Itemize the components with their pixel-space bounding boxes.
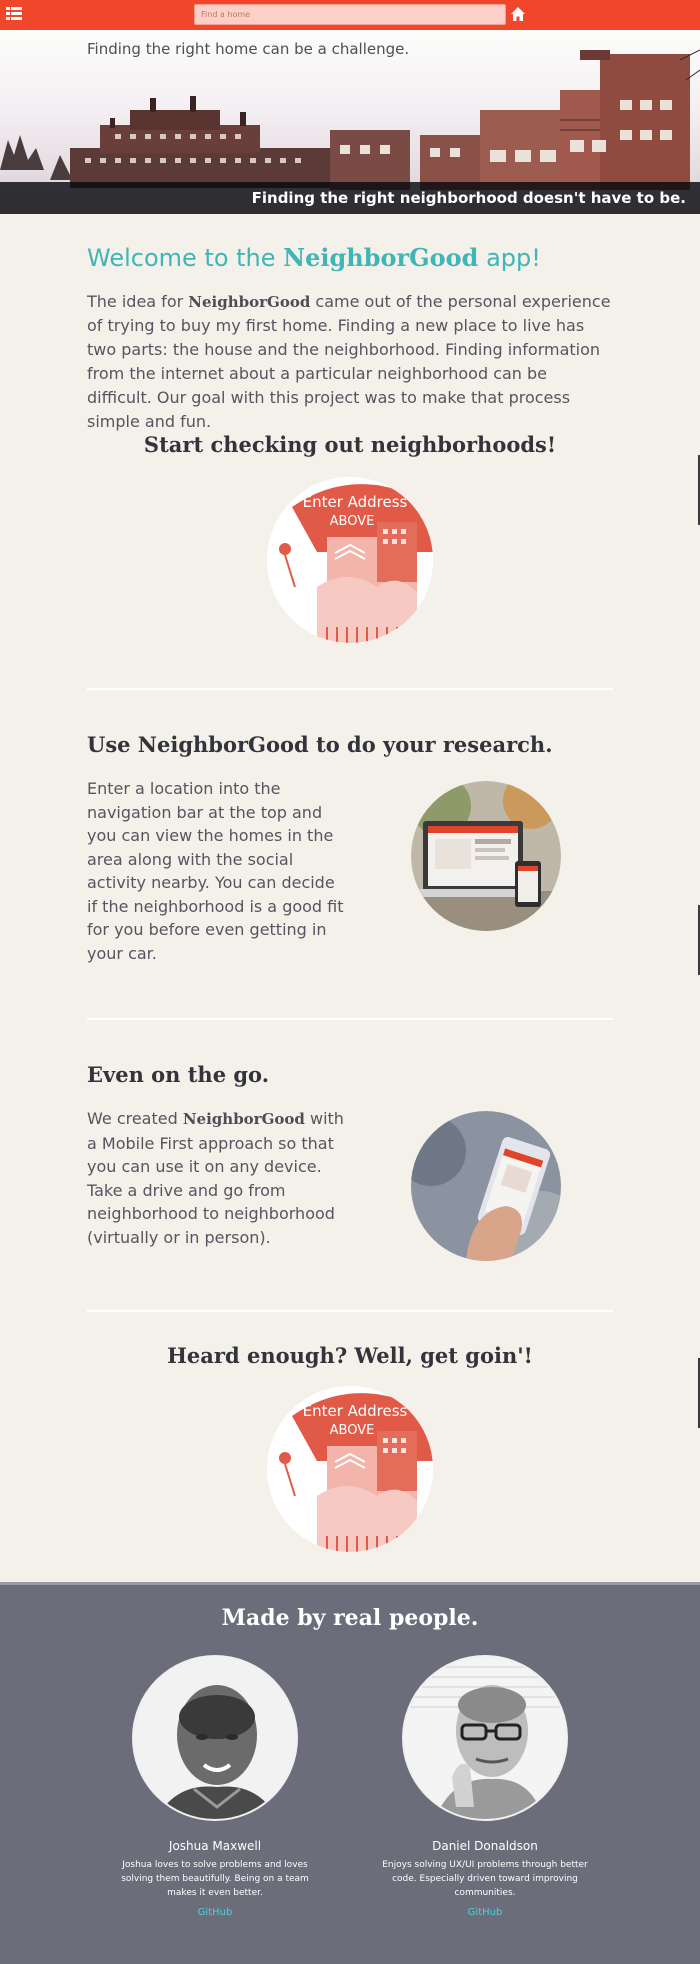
laptop-screenshot-image xyxy=(411,781,561,931)
github-link[interactable]: GitHub xyxy=(198,1907,233,1918)
mobile-before: We created xyxy=(87,1109,183,1128)
mobile-heading: Even on the go. xyxy=(87,1062,270,1087)
team-member-name: Daniel Donaldson xyxy=(432,1839,538,1853)
team-footer: Made by real people. Joshua Maxwell Josh… xyxy=(0,1582,700,1964)
intro-after: came out of the personal experience of t… xyxy=(87,292,611,431)
start-heading: Start checking out neighborhoods! xyxy=(143,432,557,457)
phone-screenshot-image xyxy=(411,1111,561,1261)
welcome-brand: NeighborGood xyxy=(283,243,479,272)
team-member-name: Joshua Maxwell xyxy=(168,1839,262,1853)
footer-title: Made by real people. xyxy=(221,1605,479,1631)
team-member-card: Daniel Donaldson Enjoys solving UX/UI pr… xyxy=(375,1655,595,1919)
research-heading: Use NeighborGood to do your research. xyxy=(87,732,553,757)
home-icon[interactable] xyxy=(510,6,526,22)
github-link[interactable]: GitHub xyxy=(468,1907,503,1918)
team-member-card: Joshua Maxwell Joshua loves to solve pro… xyxy=(105,1655,325,1919)
badge-line2: ABOVE xyxy=(330,1423,375,1438)
badge-line2: ABOVE xyxy=(330,514,375,529)
menu-icon[interactable] xyxy=(6,6,22,22)
goin-heading: Heard enough? Well, get goin'! xyxy=(167,1343,533,1368)
top-nav-bar xyxy=(0,0,700,30)
section-divider xyxy=(87,1310,613,1312)
mobile-text: We created NeighborGood with a Mobile Fi… xyxy=(87,1107,349,1249)
intro-brand: NeighborGood xyxy=(188,293,311,311)
enter-address-badge[interactable]: Enter Address ABOVE xyxy=(267,477,433,643)
enter-address-badge[interactable]: Enter Address ABOVE xyxy=(267,1386,433,1552)
welcome-prefix: Welcome to the xyxy=(87,244,284,272)
section-divider xyxy=(87,688,613,690)
intro-before: The idea for xyxy=(87,292,189,311)
team-member-bio: Enjoys solving UX/UI problems through be… xyxy=(382,1860,588,1898)
hero-caption: Finding the right neighborhood doesn't h… xyxy=(251,189,686,207)
avatar xyxy=(132,1655,298,1821)
search-input[interactable] xyxy=(194,4,506,25)
avatar xyxy=(402,1655,568,1821)
hero-tagline: Finding the right home can be a challeng… xyxy=(87,40,410,58)
section-divider xyxy=(87,1018,613,1020)
badge-line1: Enter Address xyxy=(303,493,408,511)
mobile-after: with a Mobile First approach so that you… xyxy=(87,1109,344,1247)
research-text: Enter a location into the navigation bar… xyxy=(87,779,344,963)
hero-banner: Finding the right home can be a challeng… xyxy=(0,30,700,214)
badge-line1: Enter Address xyxy=(303,1402,408,1420)
intro-paragraph: The idea for NeighborGood came out of th… xyxy=(87,290,613,434)
team-member-bio: Joshua loves to solve problems and loves… xyxy=(121,1860,309,1898)
welcome-heading: Welcome to the NeighborGood app! xyxy=(87,243,613,272)
mobile-brand: NeighborGood xyxy=(182,1110,305,1128)
welcome-suffix: app! xyxy=(478,244,541,272)
